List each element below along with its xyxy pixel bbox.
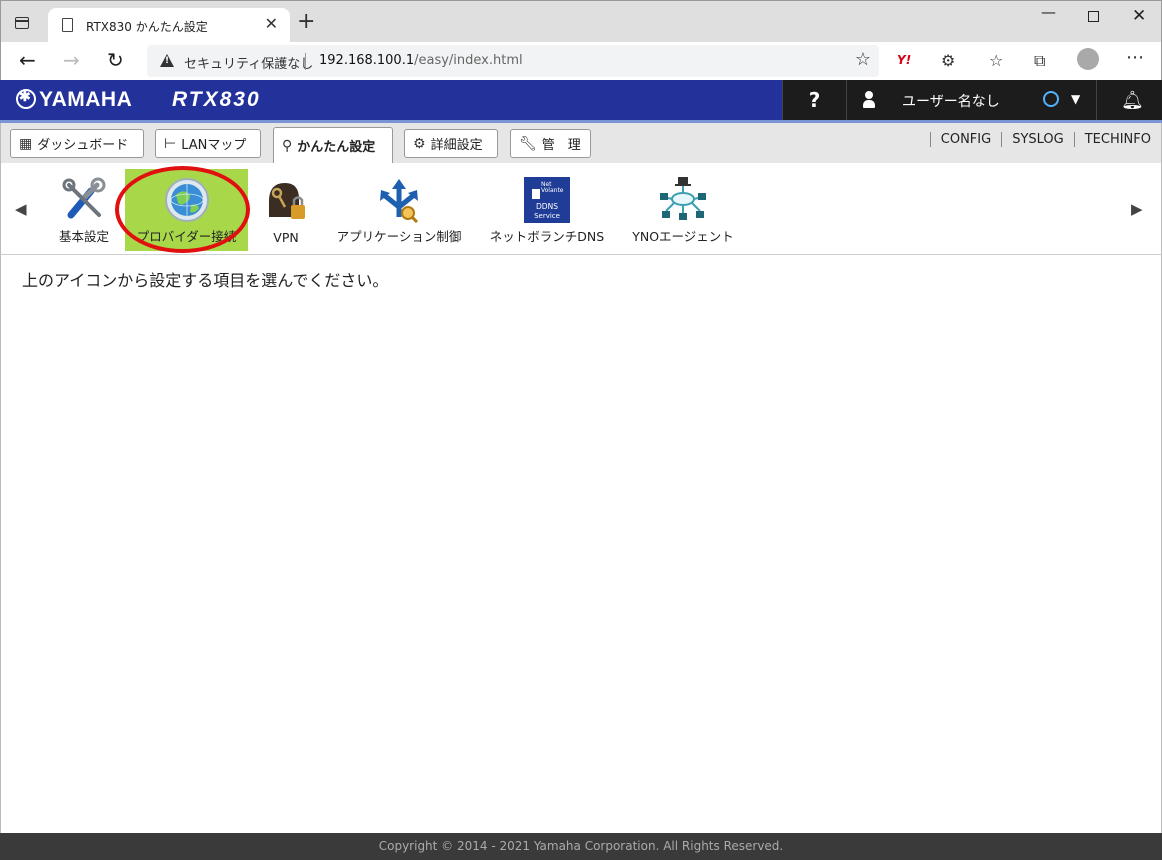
- tab-admin[interactable]: 🔧︎ 管 理: [510, 129, 591, 158]
- utility-links: CONFIG SYSLOG TECHINFO: [929, 132, 1161, 147]
- strip-item-application-control[interactable]: アプリケーション制御: [331, 169, 467, 251]
- divider: [305, 53, 306, 70]
- back-icon[interactable]: ←: [19, 48, 36, 72]
- tab-label: 詳細設定: [430, 138, 483, 153]
- globe-icon: [164, 178, 209, 222]
- strip-item-provider-connection[interactable]: プロバイダー接続: [125, 169, 248, 251]
- close-tab-icon[interactable]: ✕: [265, 14, 278, 33]
- model-name: RTX830: [172, 88, 261, 111]
- techinfo-link[interactable]: TECHINFO: [1073, 132, 1161, 147]
- address-bar[interactable]: セキュリティ保護なし 192.168.100.1/easy/index.html…: [147, 45, 879, 77]
- tab-label: かんたん設定: [297, 140, 376, 155]
- status-ring-icon: [1043, 91, 1059, 107]
- ddns-badge-text-2: Volante: [541, 187, 564, 194]
- strip-item-label: VPN: [273, 230, 299, 245]
- favorites-icon[interactable]: ☆: [989, 51, 1003, 70]
- scroll-left-icon[interactable]: ◀: [15, 200, 27, 218]
- tab-label: 管 理: [541, 138, 581, 153]
- user-name: ユーザー名なし: [902, 94, 1000, 110]
- tab-detail-setup[interactable]: ⚙ 詳細設定: [404, 129, 498, 158]
- user-icon: [863, 91, 875, 109]
- strip-item-label: アプリケーション制御: [336, 229, 462, 244]
- lan-map-icon: ⊢: [164, 135, 177, 152]
- gear-icon: ⚙: [413, 135, 426, 152]
- bell-icon: 🔔︎: [1121, 90, 1144, 111]
- scroll-right-icon[interactable]: ▶: [1131, 200, 1143, 218]
- dashboard-icon: ▦: [19, 135, 33, 152]
- brand-name: YAMAHA: [39, 88, 133, 111]
- setup-icon-strip: ◀ 基本設定 プロバイダー接続 VPN アプリケーション制御 Net Volan…: [0, 163, 1162, 255]
- tab-dashboard[interactable]: ▦ ダッシュボード: [10, 129, 144, 158]
- tuning-fork-icon: [16, 88, 36, 109]
- strip-item-label: プロバイダー接続: [136, 229, 237, 244]
- extensions-icon[interactable]: ⚙: [941, 51, 955, 70]
- url-path: /easy/index.html: [414, 53, 523, 68]
- reload-icon[interactable]: ↻: [107, 48, 124, 72]
- wrench-icon: 🔧︎: [519, 135, 537, 152]
- yamaha-logo: YAMAHA: [16, 88, 132, 112]
- arrows-icon: [380, 179, 419, 223]
- profile-icon[interactable]: [1077, 48, 1099, 70]
- address-toolbar: ← → ↻ セキュリティ保護なし 192.168.100.1/easy/inde…: [0, 42, 1162, 80]
- strip-item-basic-settings[interactable]: 基本設定: [49, 169, 119, 251]
- tab-title: RTX830 かんたん設定: [86, 20, 208, 34]
- security-status[interactable]: セキュリティ保護なし: [184, 53, 313, 72]
- instruction-text: 上のアイコンから設定する項目を選んでください。: [22, 271, 389, 290]
- config-link[interactable]: CONFIG: [929, 132, 1001, 147]
- maximize-icon[interactable]: [1088, 11, 1099, 22]
- network-icon: [660, 177, 706, 220]
- strip-item-label: 基本設定: [58, 229, 109, 244]
- browser-tab[interactable]: RTX830 かんたん設定 ✕: [48, 8, 290, 43]
- browser-titlebar: RTX830 かんたん設定 ✕ + — ✕: [0, 0, 1162, 43]
- tab-easy-setup[interactable]: ⚲ かんたん設定: [273, 127, 393, 163]
- footer: Copyright © 2014 - 2021 Yamaha Corporati…: [0, 833, 1162, 860]
- collections-icon[interactable]: ⧉: [1034, 51, 1045, 71]
- chevron-down-icon: ▼: [1071, 92, 1081, 106]
- strip-item-label: YNOエージェント: [632, 229, 734, 244]
- yahoo-extension-icon[interactable]: Y!: [897, 53, 911, 67]
- keys-lock-icon: [269, 183, 305, 219]
- strip-item-vpn[interactable]: VPN: [256, 169, 316, 251]
- strip-item-netvolante-dns[interactable]: Net Volante DDNS Service ネットボランチDNS: [485, 169, 609, 251]
- minimize-icon[interactable]: —: [1041, 3, 1056, 21]
- url-host: 192.168.100.1: [319, 53, 415, 68]
- strip-item-label: ネットボランチDNS: [489, 229, 605, 244]
- key-icon: ⚲: [282, 137, 293, 154]
- strip-item-yno-agent[interactable]: YNOエージェント: [627, 169, 739, 251]
- router-header: YAMAHA RTX830 ? ユーザー名なし ▼ 🔔︎: [0, 80, 1162, 123]
- tab-label: LANマップ: [181, 138, 247, 153]
- tab-actions-icon[interactable]: [15, 17, 29, 29]
- tab-lan-map[interactable]: ⊢ LANマップ: [155, 129, 261, 158]
- help-button[interactable]: ?: [782, 80, 846, 120]
- ddns-badge-text-4: Service: [534, 212, 560, 220]
- syslog-link[interactable]: SYSLOG: [1001, 132, 1074, 147]
- notification-button[interactable]: 🔔︎: [1096, 80, 1162, 120]
- more-menu-icon[interactable]: ⋯: [1126, 47, 1144, 68]
- new-tab-icon[interactable]: +: [297, 11, 315, 33]
- user-menu[interactable]: ユーザー名なし ▼: [846, 80, 1096, 120]
- forward-icon[interactable]: →: [63, 48, 80, 72]
- window-close-icon[interactable]: ✕: [1132, 6, 1146, 26]
- tab-label: ダッシュボード: [37, 138, 129, 153]
- ddns-icon: Net Volante DDNS Service: [524, 177, 570, 223]
- main-content: 上のアイコンから設定する項目を選んでください。: [0, 255, 1162, 833]
- warning-icon: [160, 54, 174, 67]
- copyright-text: Copyright © 2014 - 2021 Yamaha Corporati…: [378, 839, 784, 853]
- tools-icon: [62, 177, 106, 219]
- add-favorite-icon[interactable]: ☆: [855, 49, 871, 70]
- url-text[interactable]: 192.168.100.1/easy/index.html: [319, 53, 523, 68]
- ddns-badge-text-3: DDNS: [536, 202, 558, 211]
- main-tab-bar: ▦ ダッシュボード ⊢ LANマップ ⚲ かんたん設定 ⚙ 詳細設定 🔧︎ 管 理 CON…: [0, 123, 1162, 163]
- page-icon: [62, 18, 73, 32]
